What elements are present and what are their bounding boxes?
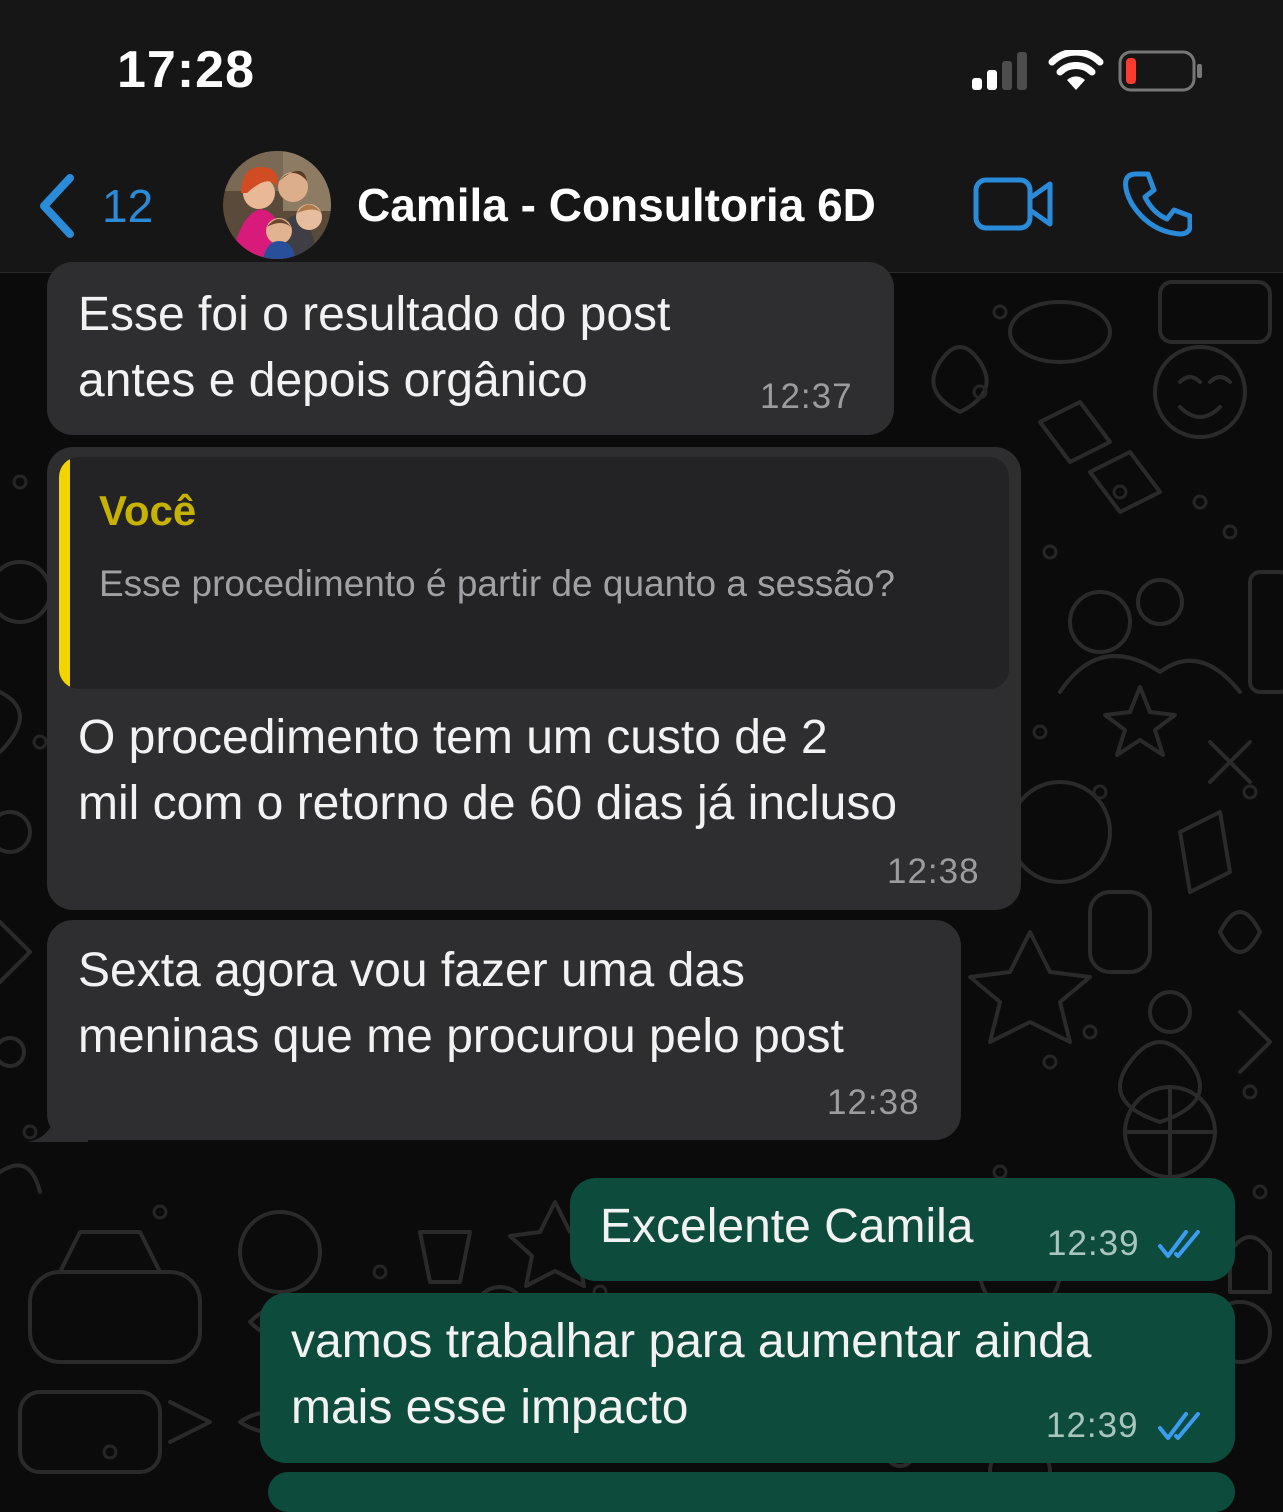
- status-time: 17:28: [117, 41, 255, 99]
- message-time: 12:39: [1046, 1406, 1139, 1445]
- message-bubble-incoming[interactable]: Você Esse procedimento é partir de quant…: [47, 447, 1021, 910]
- message-text: O procedimento tem um custo de 2 mil com…: [78, 711, 898, 830]
- cellular-signal-icon: [972, 52, 1027, 90]
- message-bubble-outgoing[interactable]: Excelente Camila 12:39: [570, 1178, 1235, 1281]
- message-time: 12:37: [760, 377, 853, 416]
- quote-text: Esse procedimento é partir de quanto a s…: [99, 563, 895, 604]
- message-text: Esse foi o resultado do post antes e dep…: [78, 288, 671, 407]
- avatar[interactable]: [223, 151, 331, 259]
- chat-header: 12 Camila - Consultoria 6D: [0, 140, 1283, 273]
- message-bubble-incoming[interactable]: Esse foi o resultado do post antes e dep…: [47, 262, 894, 435]
- quote-accent-bar: [59, 457, 70, 689]
- voice-call-button[interactable]: [1122, 168, 1193, 243]
- quoted-message[interactable]: Você Esse procedimento é partir de quant…: [59, 457, 1009, 689]
- message-bubble-outgoing-partial[interactable]: [268, 1472, 1235, 1512]
- quote-author: Você: [99, 487, 197, 534]
- wifi-icon: [1048, 50, 1104, 90]
- back-button[interactable]: 12: [36, 174, 153, 238]
- video-call-button[interactable]: [972, 174, 1056, 239]
- phone-icon: [1123, 171, 1193, 237]
- message-time: 12:38: [827, 1083, 920, 1122]
- status-bar: 17:28: [0, 0, 1283, 140]
- message-time: 12:38: [887, 852, 980, 891]
- double-check-icon: [1158, 1230, 1200, 1258]
- contact-name[interactable]: Camila - Consultoria 6D: [357, 178, 876, 232]
- unread-count: 12: [102, 180, 154, 232]
- double-check-icon: [1158, 1412, 1200, 1440]
- message-time: 12:39: [1047, 1224, 1140, 1263]
- message-text: Excelente Camila: [600, 1200, 974, 1253]
- battery-low-icon: [1118, 50, 1202, 92]
- chevron-left-icon: [40, 174, 74, 238]
- avatar-photo: [223, 151, 331, 259]
- message-text: Sexta agora vou fazer uma das meninas qu…: [78, 944, 844, 1063]
- video-camera-icon: [973, 177, 1053, 231]
- message-bubble-outgoing[interactable]: vamos trabalhar para aumentar ainda mais…: [260, 1293, 1235, 1463]
- message-bubble-incoming[interactable]: Sexta agora vou fazer uma das meninas qu…: [47, 920, 961, 1140]
